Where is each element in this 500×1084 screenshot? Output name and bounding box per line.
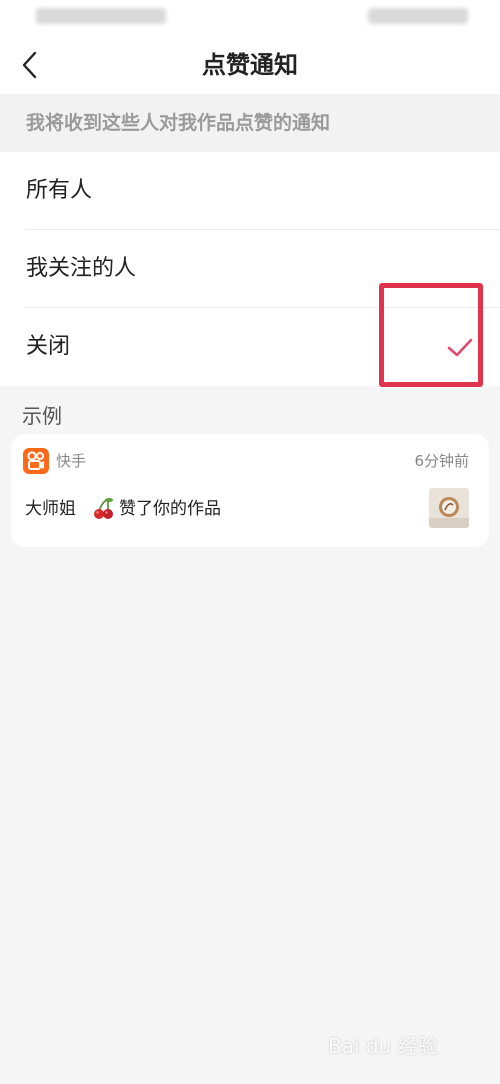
kuaishou-app-icon [23,448,49,474]
example-notification-card: 快手 6分钟前 大师姐 赞了你的作品 [11,434,489,547]
status-bar [0,0,500,36]
page-title: 点赞通知 [202,51,298,79]
section-header-text: 我将收到这些人对我作品点赞的通知 [26,112,331,134]
option-label: 关闭 [26,334,71,359]
status-bar-left-blurred [36,8,166,24]
app-name: 快手 [56,452,87,470]
status-bar-right-blurred [368,8,468,24]
example-label: 示例 [22,404,62,428]
notification-user-name: 大师姐 [25,499,76,519]
notification-time: 6分钟前 [414,452,469,470]
option-everyone[interactable]: 所有人 [0,152,500,230]
back-button[interactable] [10,44,50,86]
nav-bar: 点赞通知 [0,36,500,94]
check-icon [447,338,473,357]
option-label: 所有人 [26,178,93,203]
option-following[interactable]: 我关注的人 [0,230,500,308]
watermark: Bai du 经验 [328,1034,438,1058]
chevron-left-icon [22,51,37,79]
option-off[interactable]: 关闭 [0,308,500,386]
section-header: 我将收到这些人对我作品点赞的通知 [0,94,500,152]
option-list: 所有人 我关注的人 关闭 [0,152,500,386]
cherry-icon [94,498,113,519]
notification-action-text: 赞了你的作品 [119,499,221,519]
work-thumbnail [429,488,469,528]
option-label: 我关注的人 [26,256,137,281]
